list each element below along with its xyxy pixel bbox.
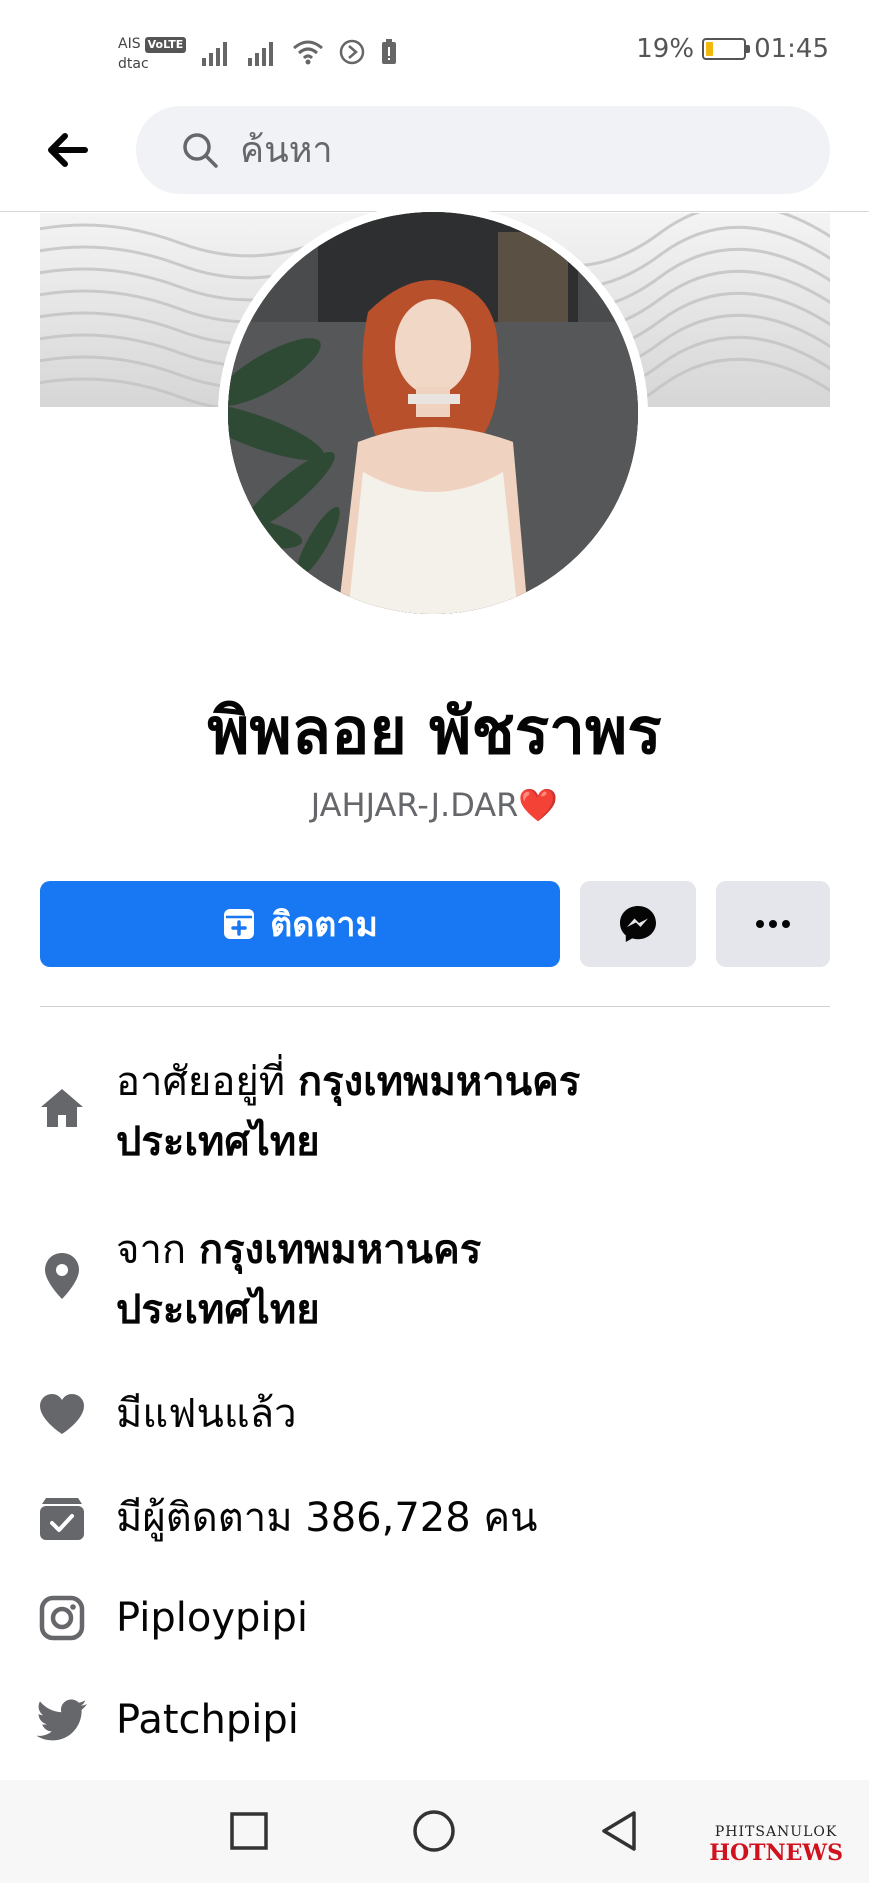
volte-badge: VoLTE xyxy=(144,37,187,53)
twitter-icon xyxy=(36,1694,88,1746)
search-bar[interactable] xyxy=(136,106,830,194)
triangle-back-icon xyxy=(602,1811,636,1851)
more-options-button[interactable] xyxy=(716,881,830,967)
followers-text: มีผู้ติดตาม 386,728 คน xyxy=(116,1495,538,1541)
heart-emoji-icon: ❤️ xyxy=(518,786,559,824)
follow-label: ติดตาม xyxy=(270,905,378,945)
home-icon xyxy=(36,1082,88,1134)
alert-battery-icon xyxy=(382,39,396,64)
back-arrow-icon xyxy=(48,133,88,167)
follow-icon xyxy=(224,909,255,939)
lives-in-prefix: อาศัยอยู่ที่ xyxy=(116,1059,298,1105)
profile-picture[interactable] xyxy=(228,212,638,614)
signal-icon-2 xyxy=(248,42,273,66)
intro-lives-in: อาศัยอยู่ที่ กรุงเทพมหานคร ประเทศไทย xyxy=(36,1052,830,1172)
home-button[interactable] xyxy=(409,1806,459,1856)
back-nav-button[interactable] xyxy=(594,1806,644,1856)
profile-photo-illustration xyxy=(228,212,638,614)
battery-icon xyxy=(702,38,751,60)
lives-in-country[interactable]: ประเทศไทย xyxy=(116,1119,320,1165)
intro-relationship: มีแฟนแล้ว xyxy=(36,1384,830,1444)
back-button[interactable] xyxy=(42,124,94,176)
intro-twitter[interactable]: Patchpipi xyxy=(36,1690,830,1750)
carrier-info: AIS VoLTE dtac xyxy=(118,32,187,76)
battery-percent: 19% xyxy=(636,34,695,64)
section-divider xyxy=(40,1006,830,1007)
wifi-icon xyxy=(293,40,323,65)
intro-instagram[interactable]: Piploypipi xyxy=(36,1588,830,1648)
intro-followers: มีผู้ติดตาม 386,728 คน xyxy=(36,1488,830,1548)
search-icon xyxy=(183,133,218,168)
watermark-bottom: HOTNEWS xyxy=(709,1840,843,1866)
status-right: 19% 01:45 xyxy=(636,34,829,64)
instagram-handle[interactable]: Piploypipi xyxy=(116,1588,308,1648)
battery-fill xyxy=(706,42,714,56)
profile-subtitle: JAHJAR-J.DAR❤️ xyxy=(0,786,869,824)
instagram-icon xyxy=(36,1592,88,1644)
from-city[interactable]: กรุงเทพมหานคร xyxy=(199,1227,481,1273)
carrier-primary: AIS xyxy=(118,36,141,52)
data-saver-icon xyxy=(339,39,365,65)
from-text: จาก กรุงเทพมหานคร ประเทศไทย xyxy=(116,1220,481,1340)
heart-icon xyxy=(36,1388,88,1440)
followers-icon xyxy=(36,1492,88,1544)
status-bar: AIS VoLTE dtac 19% 01:45 xyxy=(0,0,869,100)
twitter-handle[interactable]: Patchpipi xyxy=(116,1690,299,1750)
relationship-text: มีแฟนแล้ว xyxy=(116,1391,297,1437)
lives-in-text: อาศัยอยู่ที่ กรุงเทพมหานคร ประเทศไทย xyxy=(116,1052,580,1172)
more-dots-icon xyxy=(756,920,790,928)
top-header xyxy=(0,100,869,212)
intro-from: จาก กรุงเทพมหานคร ประเทศไทย xyxy=(36,1220,830,1340)
profile-actions: ติดตาม xyxy=(40,881,830,967)
square-icon xyxy=(230,1812,268,1850)
follow-button[interactable]: ติดตาม xyxy=(40,881,560,967)
lives-in-city[interactable]: กรุงเทพมหานคร xyxy=(298,1059,580,1105)
search-input[interactable] xyxy=(240,129,800,171)
messenger-icon xyxy=(620,906,656,942)
profile-nickname: JAHJAR-J.DAR xyxy=(310,786,519,824)
message-button[interactable] xyxy=(580,881,696,967)
watermark-logo: PHITSANULOK HOTNEWS xyxy=(709,1824,843,1866)
clock: 01:45 xyxy=(754,34,829,64)
signal-icon xyxy=(202,42,227,66)
recents-button[interactable] xyxy=(224,1806,274,1856)
status-icons xyxy=(200,38,398,66)
profile-name: พิพลอย พัชราพร xyxy=(207,695,662,769)
from-prefix: จาก xyxy=(116,1227,199,1273)
from-country[interactable]: ประเทศไทย xyxy=(116,1287,320,1333)
circle-icon xyxy=(413,1810,455,1852)
location-pin-icon xyxy=(36,1250,88,1302)
watermark-top: PHITSANULOK xyxy=(714,1824,838,1840)
